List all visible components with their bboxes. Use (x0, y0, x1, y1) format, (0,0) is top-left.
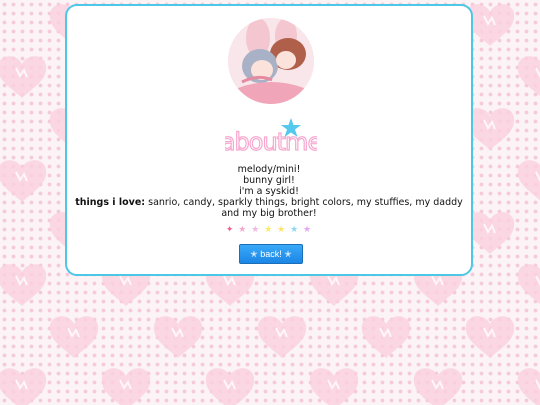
star-icon-5: ★ (277, 225, 287, 235)
heart-icon (516, 159, 540, 203)
about-me-title-logo: aboutme (220, 118, 323, 157)
heart-icon (0, 55, 48, 99)
bio-text: melody/mini! bunny girl! i'm a syskid! t… (75, 164, 463, 219)
heart-icon (516, 55, 540, 99)
about-me-card: aboutme melody/mini! bunny girl! i'm a s… (65, 4, 473, 276)
heart-icon (464, 211, 516, 255)
star-icon-right: ✭ (284, 249, 292, 259)
heart-icon (360, 315, 412, 359)
heart-icon (464, 315, 516, 359)
heart-icon (256, 315, 308, 359)
heart-icon (0, 367, 48, 405)
star-icon-4: ★ (264, 225, 274, 235)
heart-icon (100, 367, 152, 405)
heart-icon (464, 3, 516, 48)
star-icon-6: ★ (290, 225, 300, 235)
bio-name: melody/mini! (237, 164, 301, 175)
heart-icon (412, 367, 464, 405)
heart-icon (48, 315, 100, 359)
heart-icon (0, 159, 48, 203)
heart-icon (308, 367, 360, 405)
heart-icon (0, 263, 48, 307)
star-icon-1: ✦ (225, 225, 235, 235)
loves-text: sanrio, candy, sparkly things, bright co… (145, 197, 463, 219)
heart-icon (516, 367, 540, 405)
heart-icon (464, 107, 516, 151)
star-divider: ✦ ★ ★ ★ ★ ★ ★ (67, 225, 471, 235)
about-me-title-text: aboutme (225, 128, 317, 156)
bio-line-bunny: bunny girl! (243, 175, 295, 186)
star-icon-3: ★ (251, 225, 261, 235)
star-icon-left: ✭ (250, 249, 258, 259)
star-icon-7: ★ (303, 225, 313, 235)
star-icon-2: ★ (238, 225, 248, 235)
back-button-label: back! (260, 249, 282, 259)
heart-icon (204, 367, 256, 405)
bio-line-syskid: i'm a syskid! (239, 186, 299, 197)
bio-loves: things i love: sanrio, candy, sparkly th… (75, 197, 463, 219)
loves-label: things i love: (75, 197, 146, 208)
avatar (228, 18, 314, 104)
heart-icon (516, 263, 540, 307)
back-button[interactable]: ✭ back! ✭ (239, 244, 303, 264)
heart-icon (152, 315, 204, 359)
